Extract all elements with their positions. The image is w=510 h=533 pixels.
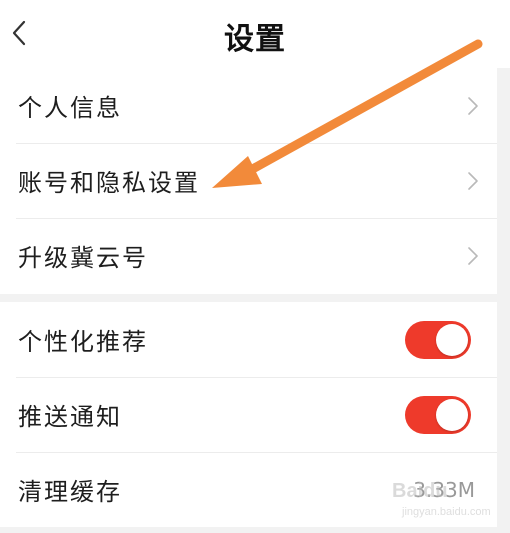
settings-item-label: 账号和隐私设置 — [18, 169, 200, 197]
settings-item-label: 升级冀云号 — [18, 244, 148, 272]
settings-group-account: 个人信息 账号和隐私设置 升级冀云号 — [0, 68, 497, 294]
top-bar: 设置 — [0, 0, 510, 68]
settings-item-personalized-recommendation: 个性化推荐 — [0, 302, 497, 377]
settings-item-upgrade[interactable]: 升级冀云号 — [0, 218, 497, 293]
push-notification-toggle[interactable] — [405, 395, 471, 434]
settings-item-label: 个性化推荐 — [18, 328, 148, 356]
settings-group-preferences: 个性化推荐 推送通知 清理缓存 3.33M — [0, 302, 497, 527]
settings-item-push-notification: 推送通知 — [0, 377, 497, 452]
chevron-right-icon — [468, 246, 478, 265]
chevron-right-icon — [468, 171, 478, 190]
toggle-knob — [436, 398, 468, 431]
settings-item-label: 个人信息 — [18, 94, 122, 122]
settings-item-label: 清理缓存 — [18, 478, 122, 506]
personalized-recommendation-toggle[interactable] — [405, 320, 471, 359]
settings-item-account-privacy[interactable]: 账号和隐私设置 — [0, 143, 497, 218]
cache-size-value: 3.33M — [413, 477, 475, 502]
toggle-knob — [436, 323, 468, 356]
settings-item-label: 推送通知 — [18, 403, 122, 431]
page-title: 设置 — [224, 22, 286, 57]
settings-item-clear-cache[interactable]: 清理缓存 3.33M — [0, 452, 497, 527]
settings-screen: 设置 个人信息 账号和隐私设置 升级冀云号 个性化推荐 推送通知 清理缓存 3.… — [0, 0, 510, 533]
chevron-right-icon — [468, 96, 478, 115]
settings-item-personal-info[interactable]: 个人信息 — [0, 68, 497, 143]
